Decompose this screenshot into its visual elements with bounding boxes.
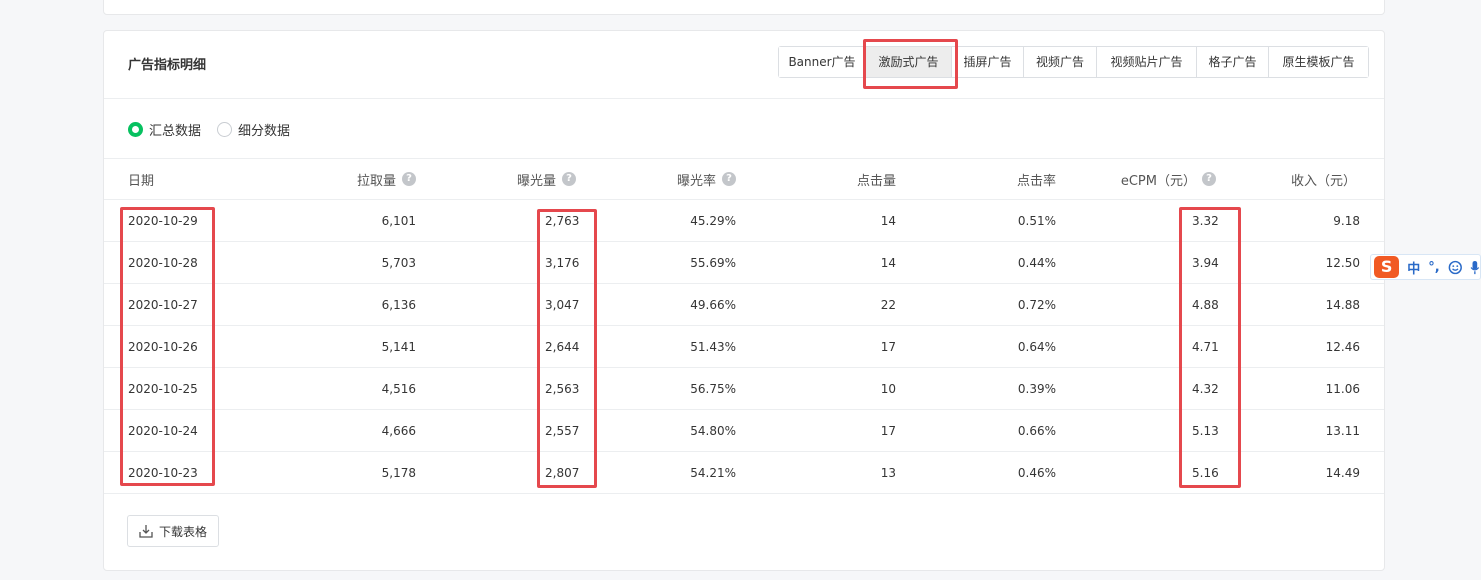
cell-revenue: 9.18 [1333,213,1360,228]
cell-ctr: 0.44% [1017,255,1056,270]
cell-revenue: 11.06 [1325,381,1360,396]
tab-rewarded[interactable]: 激励式广告 [863,39,958,89]
download-table-button[interactable]: 下载表格 [127,515,219,547]
cell-exposure-rate: 54.21% [690,465,736,480]
help-icon[interactable]: ? [722,172,736,186]
col-revenue: 收入（元） [1290,173,1356,189]
cell-clicks: 17 [880,423,896,438]
cell-exposure-rate: 51.43% [690,339,736,354]
radio-unchecked-icon [217,122,233,137]
cell-exposure-rate: 54.80% [690,423,736,438]
cell-exposure-rate: 56.75% [690,381,736,396]
smiley-icon[interactable] [1448,260,1463,275]
ad-metrics-card: 广告指标明细 Banner广告 激励式广告 插屏广告 视频广告 视频贴片广告 格… [103,30,1385,571]
radio-detail[interactable]: 细分数据 [217,120,290,139]
tab-interstitial[interactable]: 插屏广告 [952,47,1024,77]
cell-revenue: 12.50 [1325,255,1360,270]
table-row: 2020-10-23 5,178 2,807 54.21% 13 0.46% 5.16 14.… [104,452,1384,494]
cell-ctr: 0.46% [1017,465,1056,480]
cell-exposure-rate: 49.66% [690,297,736,312]
cell-ctr: 0.39% [1017,381,1056,396]
cell-requests: 6,136 [381,297,416,312]
radio-summary[interactable]: 汇总数据 [128,120,201,139]
tab-banner[interactable]: Banner广告 [779,47,866,77]
cell-revenue: 14.88 [1325,297,1360,312]
cell-date: 2020-10-25 [128,381,198,396]
cell-clicks: 14 [880,213,896,228]
help-icon[interactable]: ? [562,172,576,186]
col-date: 日期 [128,173,155,189]
top-card [103,0,1385,15]
cell-exposure-rate: 45.29% [690,213,736,228]
table-row: 2020-10-27 6,136 3,047 49.66% 22 0.72% 4.88 14.… [104,284,1384,326]
cell-requests: 6,101 [381,213,416,228]
ad-type-tabs: Banner广告 激励式广告 插屏广告 视频广告 视频贴片广告 格子广告 原生模… [778,39,1369,89]
cell-requests: 5,141 [381,339,416,354]
cell-requests: 4,516 [381,381,416,396]
ime-toolbar[interactable]: S 中 °, [1370,254,1481,280]
cell-exposure-rate: 55.69% [690,255,736,270]
cell-revenue: 14.49 [1325,465,1360,480]
col-ctr: 点击率 [1016,173,1056,189]
table-row: 2020-10-29 6,101 2,763 45.29% 14 0.51% 3.32 9.1… [104,200,1384,242]
ime-logo: S [1374,256,1400,278]
data-mode-radios: 汇总数据 细分数据 [128,120,306,139]
ime-mode[interactable]: 中 [1407,258,1420,277]
cell-ctr: 0.64% [1017,339,1056,354]
cell-date: 2020-10-24 [128,423,198,438]
table-row: 2020-10-28 5,703 3,176 55.69% 14 0.44% 3.94 12.… [104,242,1384,284]
cell-clicks: 17 [880,339,896,354]
radio-checked-icon [128,122,143,137]
cell-revenue: 13.11 [1325,423,1360,438]
ime-punct[interactable]: °, [1428,260,1439,275]
cell-date: 2020-10-27 [128,297,198,312]
cell-requests: 5,703 [381,255,416,270]
cell-requests: 5,178 [381,465,416,480]
cell-clicks: 10 [880,381,896,396]
tab-native-template[interactable]: 原生模板广告 [1269,47,1368,77]
table-row: 2020-10-26 5,141 2,644 51.43% 17 0.64% 4.71 12.… [104,326,1384,368]
tab-grid[interactable]: 格子广告 [1197,47,1269,77]
help-icon[interactable]: ? [402,172,416,186]
cell-date: 2020-10-29 [128,213,198,228]
help-icon[interactable]: ? [1202,172,1216,186]
cell-revenue: 12.46 [1325,339,1360,354]
cell-requests: 4,666 [381,423,416,438]
cell-date: 2020-10-26 [128,339,198,354]
radio-detail-label: 细分数据 [238,124,291,139]
download-icon [139,525,153,538]
col-clicks: 点击量 [856,173,896,189]
mic-icon[interactable] [1470,260,1480,275]
card-header: 广告指标明细 Banner广告 激励式广告 插屏广告 视频广告 视频贴片广告 格… [104,31,1384,99]
download-label: 下载表格 [158,524,207,539]
table-row: 2020-10-24 4,666 2,557 54.80% 17 0.66% 5.13 13.… [104,410,1384,452]
cell-ctr: 0.72% [1017,297,1056,312]
tab-video[interactable]: 视频广告 [1024,47,1097,77]
cell-date: 2020-10-28 [128,255,198,270]
col-exposures: 曝光量? [464,159,576,199]
metrics-table: 日期 拉取量? 曝光量? 曝光率? 点击量 点击率 eCPM（元）? 收入（元）… [104,158,1384,494]
cell-ctr: 0.51% [1017,213,1056,228]
cell-clicks: 13 [880,465,896,480]
col-requests: 拉取量? [304,159,416,199]
cell-ctr: 0.66% [1017,423,1056,438]
cell-clicks: 14 [880,255,896,270]
col-ecpm: eCPM（元）? [1084,159,1216,199]
tab-video-patch[interactable]: 视频贴片广告 [1097,47,1197,77]
table-body: 2020-10-29 6,101 2,763 45.29% 14 0.51% 3.32 9.1… [104,200,1384,494]
radio-summary-label: 汇总数据 [149,124,202,139]
cell-clicks: 22 [880,297,896,312]
table-row: 2020-10-25 4,516 2,563 56.75% 10 0.39% 4.32 11.… [104,368,1384,410]
col-exposure-rate: 曝光率? [624,159,736,199]
table-header: 日期 拉取量? 曝光量? 曝光率? 点击量 点击率 eCPM（元）? 收入（元） [104,159,1384,200]
cell-date: 2020-10-23 [128,465,198,480]
card-title: 广告指标明细 [128,58,207,73]
